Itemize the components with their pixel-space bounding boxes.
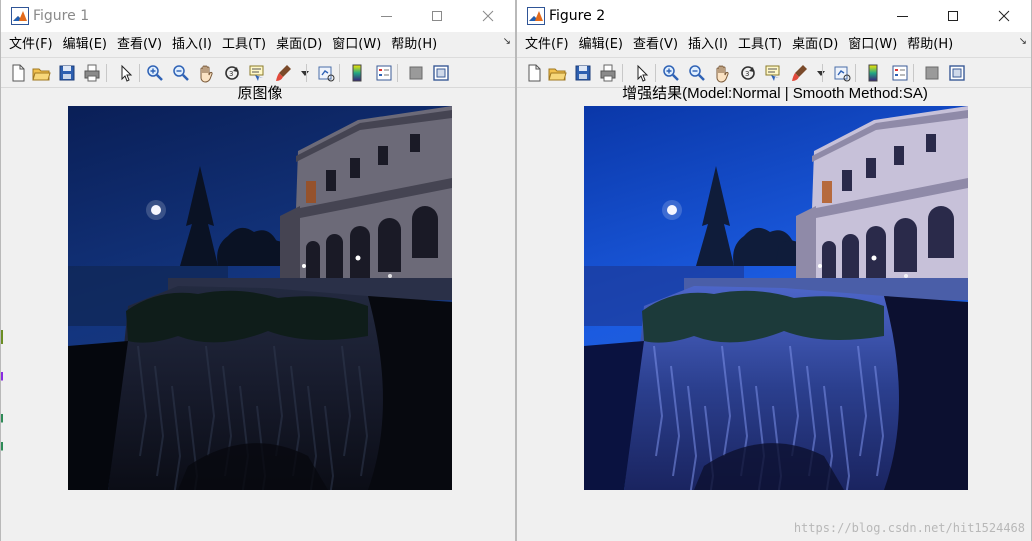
menu-tools[interactable]: 工具(T) (730, 35, 782, 55)
close-button[interactable] (465, 0, 511, 32)
minimize-button[interactable] (363, 0, 409, 32)
zoom-in-icon[interactable] (661, 63, 681, 83)
print-icon[interactable] (82, 63, 102, 83)
data-cursor-icon[interactable] (763, 63, 783, 83)
matlab-logo-icon (11, 7, 29, 25)
open-file-icon[interactable] (547, 63, 567, 83)
menu-edit[interactable]: 编辑(E) (55, 35, 107, 55)
new-figure-icon[interactable] (8, 63, 28, 83)
open-file-icon[interactable] (31, 63, 51, 83)
toolbar-separator (855, 64, 856, 82)
data-cursor-icon[interactable] (247, 63, 267, 83)
menu-window[interactable]: 窗口(W) (324, 35, 381, 55)
enhanced-image (584, 106, 968, 490)
edge-artifact (1, 330, 3, 470)
toolbar-separator (339, 64, 340, 82)
axes-title: 增强结果(Model:Normal | Smooth Method:SA) (622, 85, 928, 102)
close-button[interactable] (981, 0, 1027, 32)
colorbar-icon[interactable] (864, 63, 884, 83)
hide-plot-tools-icon[interactable] (922, 63, 942, 83)
menu-edit[interactable]: 编辑(E) (571, 35, 623, 55)
figure-window-1: Figure 1 文件(F) 编辑(E) 查看(V) 插入(I) 工具(T) 桌… (0, 0, 516, 541)
title-bar[interactable]: Figure 1 (1, 0, 515, 32)
minimize-button[interactable] (879, 0, 925, 32)
toolbar-separator (622, 64, 623, 82)
pan-hand-icon[interactable] (196, 63, 216, 83)
toolbar-separator (822, 64, 823, 82)
pointer-icon[interactable] (632, 63, 652, 83)
new-figure-icon[interactable] (524, 63, 544, 83)
legend-icon[interactable] (890, 63, 910, 83)
menu-file[interactable]: 文件(F) (517, 35, 569, 55)
maximize-button[interactable] (930, 0, 976, 32)
rotate-3d-icon[interactable]: 3 (738, 63, 758, 83)
figure-toolbar: 3 (1, 57, 515, 88)
zoom-out-icon[interactable] (171, 63, 191, 83)
figure-toolbar: 3 (517, 57, 1031, 88)
window-title: Figure 2 (549, 8, 606, 24)
toolbar-separator (106, 64, 107, 82)
print-icon[interactable] (598, 63, 618, 83)
show-plot-tools-icon[interactable] (431, 63, 451, 83)
toolbar-separator (306, 64, 307, 82)
pan-hand-icon[interactable] (712, 63, 732, 83)
dock-arrow-icon[interactable]: ↘ (1019, 36, 1027, 47)
toolbar-separator (397, 64, 398, 82)
menu-view[interactable]: 查看(V) (109, 35, 162, 55)
maximize-button[interactable] (414, 0, 460, 32)
show-plot-tools-icon[interactable] (947, 63, 967, 83)
menu-tools[interactable]: 工具(T) (214, 35, 266, 55)
menu-insert[interactable]: 插入(I) (680, 35, 728, 55)
dock-arrow-icon[interactable]: ↘ (503, 36, 511, 47)
link-plot-icon[interactable] (316, 63, 336, 83)
zoom-in-icon[interactable] (145, 63, 165, 83)
save-icon[interactable] (57, 63, 77, 83)
brush-dropdown-icon[interactable] (295, 63, 309, 83)
menu-desktop[interactable]: 桌面(D) (268, 35, 322, 55)
brush-dropdown-icon[interactable] (811, 63, 825, 83)
rotate-3d-icon[interactable]: 3 (222, 63, 242, 83)
toolbar-separator (655, 64, 656, 82)
axes-title: 原图像 (237, 85, 283, 102)
legend-icon[interactable] (374, 63, 394, 83)
menu-help[interactable]: 帮助(H) (899, 35, 953, 55)
watermark-text: https://blog.csdn.net/hit1524468 (793, 521, 1025, 535)
menu-file[interactable]: 文件(F) (1, 35, 53, 55)
menu-view[interactable]: 查看(V) (625, 35, 678, 55)
colorbar-icon[interactable] (348, 63, 368, 83)
toolbar-separator (139, 64, 140, 82)
brush-icon[interactable] (273, 63, 293, 83)
svg-text:3: 3 (745, 70, 749, 78)
svg-text:3: 3 (229, 70, 233, 78)
menu-desktop[interactable]: 桌面(D) (784, 35, 838, 55)
brush-icon[interactable] (789, 63, 809, 83)
menu-insert[interactable]: 插入(I) (164, 35, 212, 55)
figure-window-2: Figure 2 文件(F) 编辑(E) 查看(V) 插入(I) 工具(T) 桌… (516, 0, 1032, 541)
matlab-logo-icon (527, 7, 545, 25)
menu-window[interactable]: 窗口(W) (840, 35, 897, 55)
window-title: Figure 1 (33, 8, 90, 24)
link-plot-icon[interactable] (832, 63, 852, 83)
title-bar[interactable]: Figure 2 (517, 0, 1031, 32)
save-icon[interactable] (573, 63, 593, 83)
original-image (68, 106, 452, 490)
menu-bar: 文件(F) 编辑(E) 查看(V) 插入(I) 工具(T) 桌面(D) 窗口(W… (517, 35, 1031, 55)
toolbar-separator (913, 64, 914, 82)
hide-plot-tools-icon[interactable] (406, 63, 426, 83)
pointer-icon[interactable] (116, 63, 136, 83)
zoom-out-icon[interactable] (687, 63, 707, 83)
menu-help[interactable]: 帮助(H) (383, 35, 437, 55)
menu-bar: 文件(F) 编辑(E) 查看(V) 插入(I) 工具(T) 桌面(D) 窗口(W… (1, 35, 515, 55)
